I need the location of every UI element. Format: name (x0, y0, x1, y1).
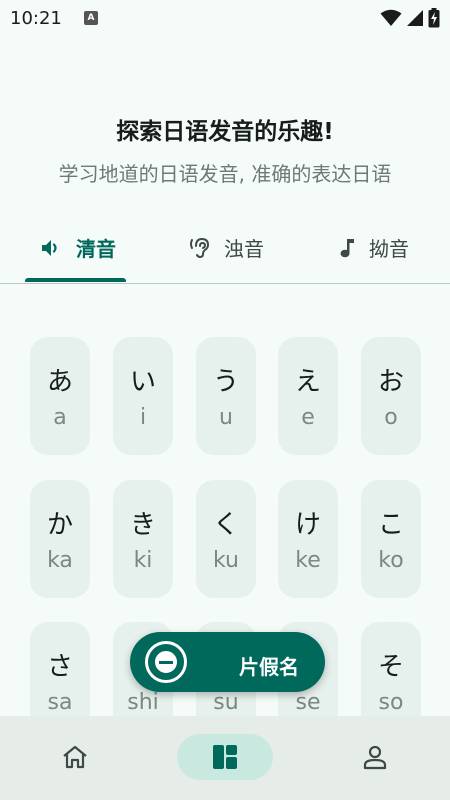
status-time: 10:21 (10, 8, 62, 29)
kana-char: う (212, 367, 239, 397)
katakana-toggle-label: 片假名 (239, 655, 299, 679)
ear-icon (190, 237, 210, 258)
cell-signal-icon (407, 10, 423, 26)
tab-label-dakuon: 浊音 (224, 237, 264, 261)
dashboard-icon (213, 745, 237, 769)
kana-char: い (129, 367, 156, 397)
kana-romaji: sa (47, 690, 73, 715)
kana-romaji: ka (47, 548, 73, 573)
kana-card[interactable]: う u (196, 337, 256, 455)
screen: 10:21 A 探索日语发音的乐趣! 学习地道的日语发音, 准确的表达日语 清音… (0, 0, 450, 800)
kana-card[interactable]: け ke (278, 480, 338, 598)
music-note-icon (340, 238, 354, 257)
active-tab-indicator (25, 278, 126, 282)
tab-yoon[interactable]: 拗音 (303, 212, 443, 283)
kana-romaji: ki (133, 548, 153, 573)
kana-card[interactable]: あ a (30, 337, 90, 455)
kana-romaji: se (295, 690, 321, 715)
kana-card[interactable]: き ki (113, 480, 173, 598)
kana-char: え (294, 367, 321, 397)
kana-romaji: ku (212, 548, 239, 573)
nav-profile[interactable] (352, 734, 398, 780)
kana-char: こ (377, 510, 404, 540)
kana-char: け (294, 510, 321, 540)
kana-char: く (212, 510, 239, 540)
kana-char: さ (46, 652, 73, 682)
tab-bar: 清音 浊音 拗音 (0, 212, 450, 284)
kana-romaji: su (213, 690, 239, 715)
kana-card[interactable]: え e (278, 337, 338, 455)
tab-seion[interactable]: 清音 (8, 212, 148, 283)
speaker-icon (42, 239, 57, 256)
wifi-icon (380, 9, 402, 26)
kana-romaji: ko (378, 548, 404, 573)
notification-icon: A (84, 11, 98, 25)
headline: 探索日语发音的乐趣! (116, 119, 334, 145)
status-icons (380, 8, 440, 28)
nav-home[interactable] (52, 734, 98, 780)
kana-char: か (46, 510, 73, 540)
home-icon (63, 745, 87, 769)
tab-dakuon[interactable]: 浊音 (156, 212, 296, 283)
kana-romaji: a (53, 405, 67, 430)
kana-card[interactable]: い i (113, 337, 173, 455)
kana-card[interactable]: お o (361, 337, 421, 455)
kana-card[interactable]: か ka (30, 480, 90, 598)
kana-char: そ (377, 652, 404, 682)
tab-label-yoon: 拗音 (369, 237, 409, 261)
kana-romaji: shi (127, 690, 159, 715)
bottom-nav (0, 716, 450, 800)
kana-char: き (129, 510, 156, 540)
kana-char: あ (46, 367, 73, 397)
kana-romaji: e (301, 405, 315, 430)
person-icon (363, 745, 387, 770)
kana-romaji: ke (295, 548, 321, 573)
tab-label-seion: 清音 (76, 237, 116, 261)
kana-romaji: o (384, 405, 398, 430)
katakana-toggle-button[interactable]: 片假名 (130, 632, 325, 692)
minus-circle-icon (145, 641, 187, 683)
kana-card[interactable]: こ ko (361, 480, 421, 598)
kana-romaji: u (219, 405, 233, 430)
status-bar: 10:21 A (0, 0, 450, 36)
kana-romaji: i (139, 405, 147, 430)
kana-card[interactable]: く ku (196, 480, 256, 598)
subline: 学习地道的日语发音, 准确的表达日语 (58, 162, 392, 186)
nav-kana[interactable] (177, 734, 273, 780)
kana-char: お (377, 367, 404, 397)
kana-romaji: so (378, 690, 404, 715)
battery-icon (428, 8, 440, 28)
